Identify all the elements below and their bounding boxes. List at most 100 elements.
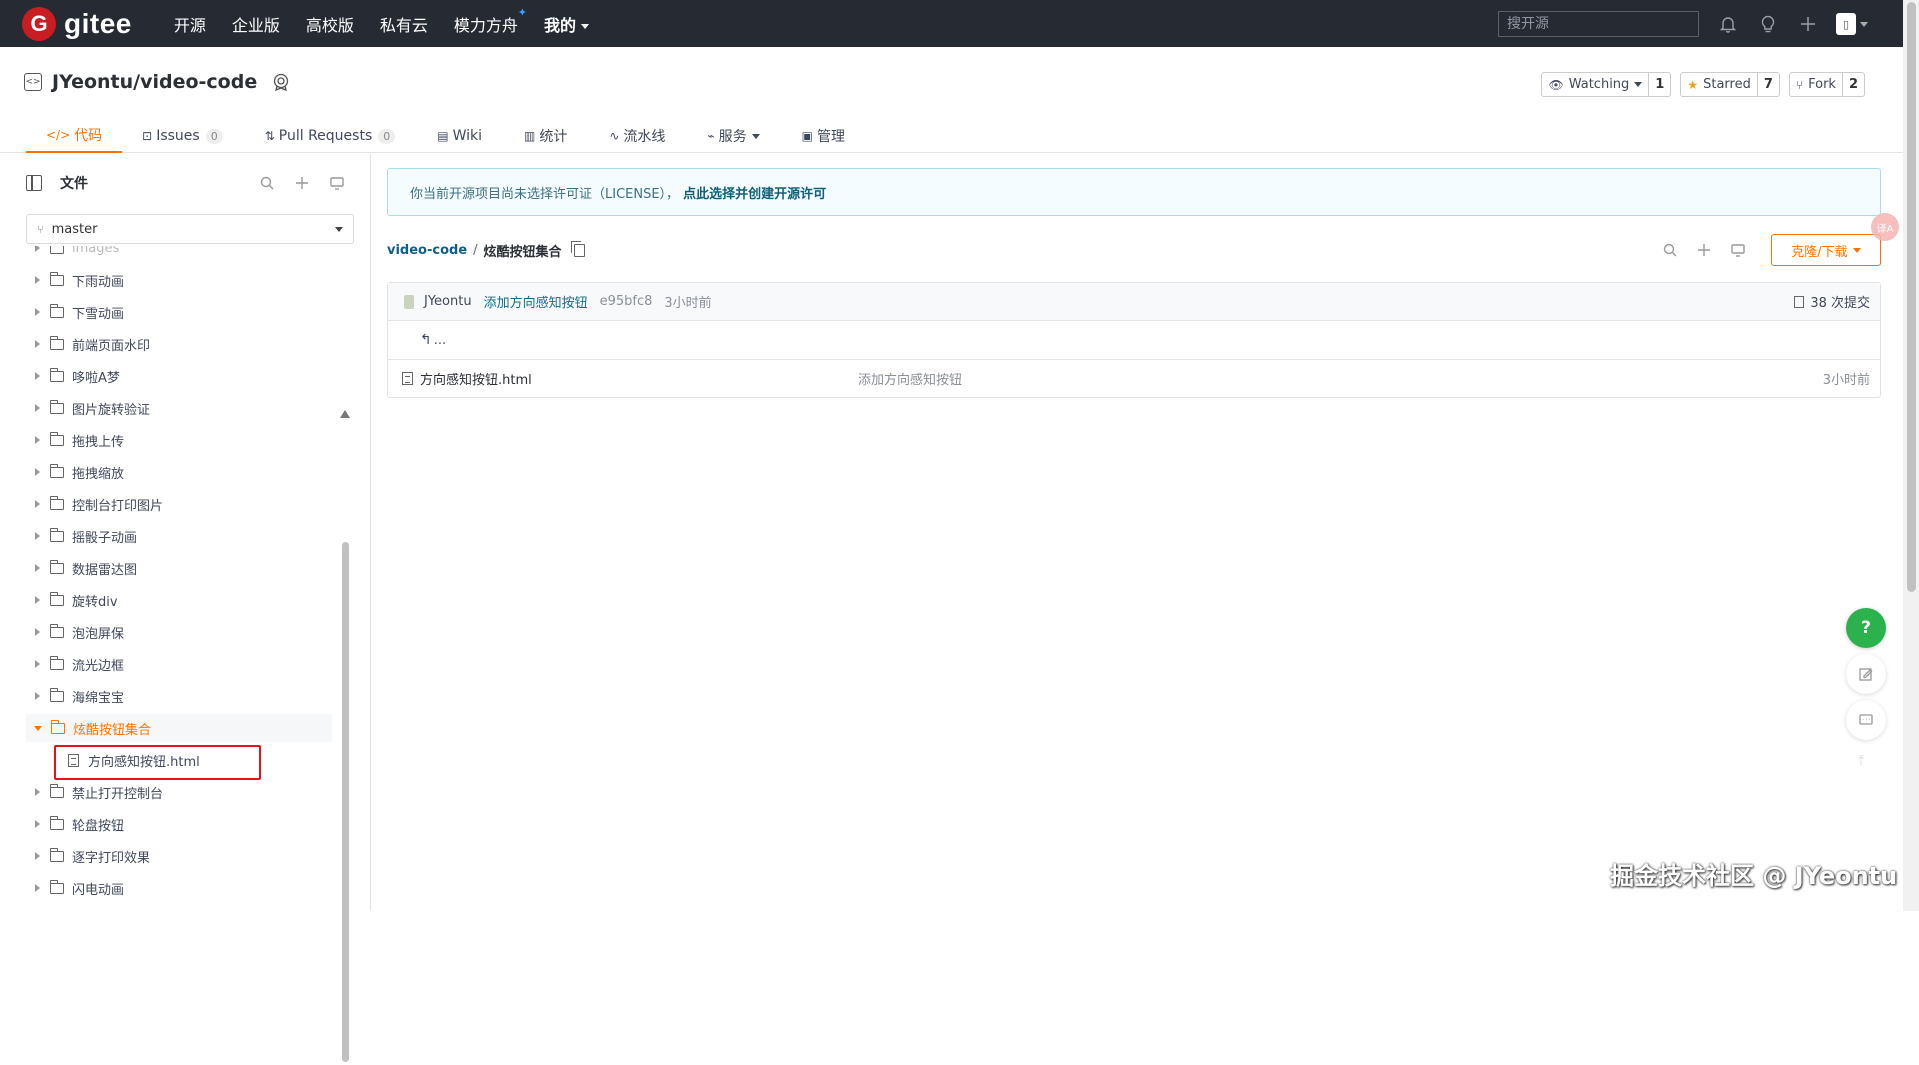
tree-folder-item[interactable]: 拖拽上传	[26, 426, 332, 454]
search-icon[interactable]	[1661, 241, 1679, 259]
panel-toggle-icon[interactable]	[26, 175, 42, 191]
chat-button[interactable]	[1846, 700, 1886, 740]
chevron-right-icon[interactable]	[35, 340, 40, 348]
chevron-right-icon[interactable]	[35, 246, 40, 252]
bell-icon[interactable]	[1716, 12, 1740, 36]
page-scrollbar[interactable]	[1903, 0, 1919, 911]
monitor-icon[interactable]	[328, 174, 346, 192]
watch-count[interactable]: 1	[1648, 73, 1670, 96]
page-scrollbar-thumb[interactable]	[1907, 2, 1916, 592]
tree-folder-item[interactable]: 控制台打印图片	[26, 490, 332, 518]
star-count[interactable]: 7	[1756, 73, 1779, 96]
tab-pipeline[interactable]: ∿ 流水线	[589, 119, 687, 153]
chevron-right-icon[interactable]	[35, 692, 40, 700]
tree-folder-item[interactable]: 海绵宝宝	[26, 682, 332, 710]
back-to-top-icon[interactable]: ⤒	[1858, 753, 1864, 769]
tree-folder-item[interactable]: 摇骰子动画	[26, 522, 332, 550]
tree-folder-item[interactable]: 拖拽缩放	[26, 458, 332, 486]
scroll-up-arrow-icon[interactable]	[340, 410, 350, 418]
fork-count[interactable]: 2	[1841, 73, 1864, 96]
tab-code[interactable]: </> 代码	[26, 119, 123, 153]
commit-message[interactable]: 添加方向感知按钮	[484, 292, 588, 311]
chevron-right-icon[interactable]	[35, 660, 40, 668]
translate-icon[interactable]: 译A	[1871, 213, 1899, 241]
award-badge-icon[interactable]	[271, 72, 291, 92]
sidebar-scrollbar[interactable]	[340, 404, 350, 1065]
chevron-right-icon[interactable]	[35, 532, 40, 540]
repo-name[interactable]: JYeontu/video-code	[52, 71, 257, 93]
tree-folder-item[interactable]: 数据雷达图	[26, 554, 332, 582]
chevron-right-icon[interactable]	[35, 596, 40, 604]
chevron-right-icon[interactable]	[35, 500, 40, 508]
tab-issues[interactable]: ⊡ Issues 0	[122, 119, 245, 153]
chevron-down-icon[interactable]	[1860, 21, 1868, 27]
plus-icon[interactable]	[1796, 12, 1820, 36]
plus-icon[interactable]	[1695, 241, 1713, 259]
chevron-right-icon[interactable]	[35, 468, 40, 476]
tree-folder-item[interactable]: 下雨动画	[26, 266, 332, 294]
chevron-right-icon[interactable]	[35, 820, 40, 828]
tree-folder-item[interactable]: 哆啦A梦	[26, 362, 332, 390]
tree-folder-item[interactable]: 下雪动画	[26, 298, 332, 326]
file-name[interactable]: 方向感知按钮.html	[420, 369, 858, 388]
nav-link-private-cloud[interactable]: 私有云	[380, 12, 428, 36]
watch-button[interactable]: 👁 Watching 1	[1541, 72, 1672, 97]
branch-select[interactable]: ⑂ master	[26, 214, 354, 244]
tree-folder-item[interactable]: 图片旋转验证	[26, 394, 332, 422]
tree-folder-item[interactable]: 前端页面水印	[26, 330, 332, 358]
search-input[interactable]: 搜开源	[1498, 11, 1699, 37]
clone-download-button[interactable]: 克隆/下载	[1771, 234, 1881, 266]
nav-link-education[interactable]: 高校版	[306, 12, 354, 36]
tree-folder-item[interactable]: 炫酷按钮集合	[26, 714, 332, 742]
parent-dir-row[interactable]: ↰ ...	[388, 321, 1880, 360]
chevron-right-icon[interactable]	[35, 404, 40, 412]
tab-wiki[interactable]: ▤ Wiki	[417, 119, 504, 153]
chevron-right-icon[interactable]	[35, 852, 40, 860]
avatar[interactable]: ▯	[1836, 13, 1856, 35]
tree-folder-item[interactable]: 泡泡屏保	[26, 618, 332, 646]
help-button[interactable]: ?	[1846, 608, 1886, 648]
tree-folder-item[interactable]: 禁止打开控制台	[26, 778, 332, 806]
tree-folder-item[interactable]: images	[26, 246, 332, 262]
chevron-right-icon[interactable]	[35, 628, 40, 636]
monitor-icon[interactable]	[1729, 241, 1747, 259]
file-commit-message[interactable]: 添加方向感知按钮	[858, 369, 962, 388]
tree-folder-item[interactable]: 流光边框	[26, 650, 332, 678]
tab-pull-requests[interactable]: ⇅ Pull Requests 0	[245, 119, 418, 153]
tree-folder-item[interactable]: 旋转div	[26, 586, 332, 614]
fork-button[interactable]: ⑂ Fork 2	[1788, 72, 1865, 97]
lightbulb-icon[interactable]	[1756, 12, 1780, 36]
gitee-logo[interactable]: G gitee	[22, 6, 132, 41]
chevron-right-icon[interactable]	[35, 788, 40, 796]
tree-folder-item[interactable]: 轮盘按钮	[26, 810, 332, 838]
license-create-link[interactable]: 点此选择并创建开源许可	[683, 183, 826, 202]
commit-count[interactable]: 38 次提交	[1794, 292, 1870, 311]
tab-services[interactable]: ⌁ 服务	[687, 119, 781, 153]
star-button[interactable]: ★ Starred 7	[1680, 72, 1780, 97]
chevron-right-icon[interactable]	[35, 372, 40, 380]
tab-stats[interactable]: ▥ 统计	[504, 119, 589, 153]
sidebar-scrollbar-thumb[interactable]	[342, 542, 349, 1062]
chevron-right-icon[interactable]	[35, 308, 40, 316]
nav-link-mine[interactable]: 我的	[544, 12, 589, 36]
tab-manage[interactable]: ▣ 管理	[782, 119, 867, 153]
breadcrumb-root[interactable]: video-code	[387, 243, 467, 258]
commit-sha[interactable]: e95bfc8	[600, 294, 653, 309]
nav-link-opensource[interactable]: 开源	[174, 12, 206, 36]
search-icon[interactable]	[258, 174, 276, 192]
copy-icon[interactable]	[570, 240, 585, 257]
table-row[interactable]: 方向感知按钮.html 添加方向感知按钮 3小时前	[388, 360, 1880, 397]
chevron-right-icon[interactable]	[35, 436, 40, 444]
edit-feedback-button[interactable]	[1846, 654, 1886, 694]
nav-links: 开源 企业版 高校版 私有云 模力方舟 ✦ 我的	[174, 6, 615, 36]
chevron-right-icon[interactable]	[35, 564, 40, 572]
tree-folder-item[interactable]: 逐字打印效果	[26, 842, 332, 870]
plus-icon[interactable]	[293, 174, 311, 192]
nav-link-moark[interactable]: 模力方舟 ✦	[454, 6, 527, 36]
tree-folder-item[interactable]: 闪电动画	[26, 874, 332, 902]
commit-author[interactable]: JYeontu	[424, 294, 472, 309]
chevron-right-icon[interactable]	[35, 884, 40, 892]
chevron-down-icon[interactable]	[34, 725, 42, 731]
chevron-right-icon[interactable]	[35, 276, 40, 284]
nav-link-enterprise[interactable]: 企业版	[232, 12, 280, 36]
